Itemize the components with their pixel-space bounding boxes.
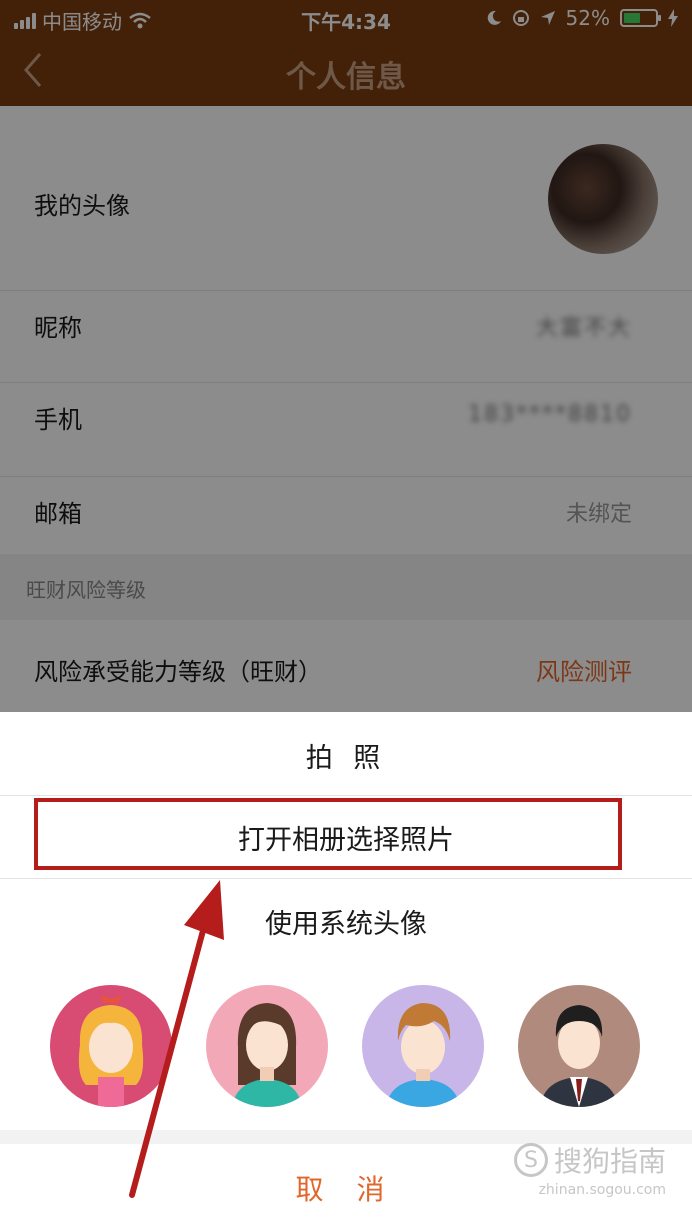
man-avatar-icon[interactable]	[518, 985, 640, 1107]
highlight-box	[34, 798, 622, 870]
use-system-avatar-label: 使用系统头像	[265, 909, 427, 940]
dim-overlay[interactable]	[0, 0, 692, 712]
sogou-logo-icon: S	[513, 1143, 548, 1177]
take-photo-button[interactable]: 拍 照	[0, 736, 692, 775]
divider	[0, 878, 692, 879]
watermark-url: zhinan.sogou.com	[538, 1182, 666, 1198]
boy-avatar-icon[interactable]	[362, 985, 484, 1107]
woman-avatar-icon[interactable]	[206, 985, 328, 1107]
watermark-text: 搜狗指南	[553, 1145, 666, 1178]
girl-avatar-icon[interactable]	[50, 985, 172, 1107]
divider	[0, 795, 692, 796]
watermark: S 搜狗指南 zhinan.sogou.com	[513, 1140, 666, 1198]
